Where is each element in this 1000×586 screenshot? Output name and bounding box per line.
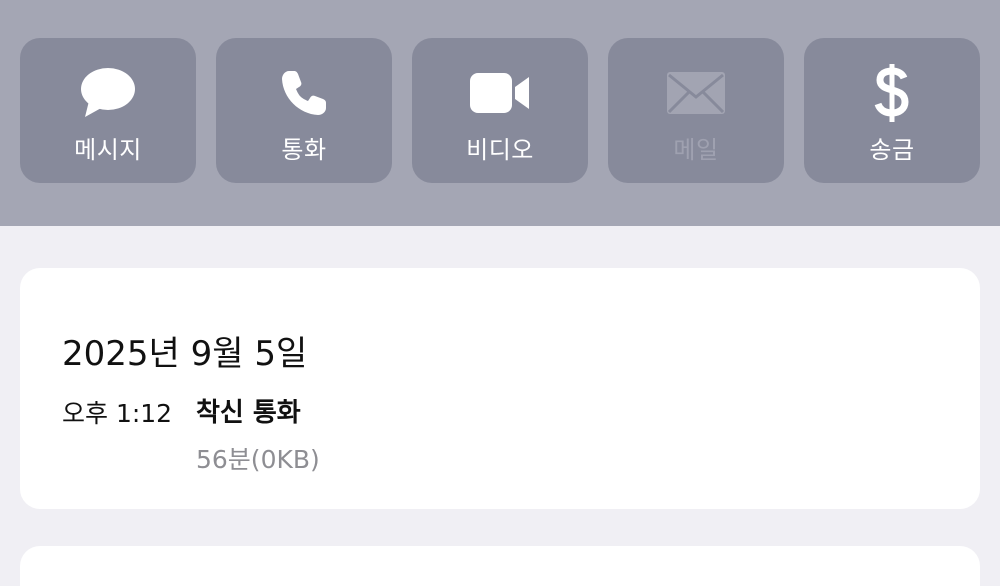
mail-envelope-icon	[661, 66, 731, 120]
call-time: 오후 1:12	[62, 399, 173, 428]
video-button[interactable]: 비디오	[412, 38, 588, 183]
phone-icon	[269, 66, 339, 120]
mail-button[interactable]: 메일	[608, 38, 784, 183]
video-camera-icon	[465, 66, 535, 120]
call-button[interactable]: 통화	[216, 38, 392, 183]
video-button-label: 비디오	[466, 136, 534, 164]
call-date: 2025년 9월 5일	[62, 334, 308, 374]
contact-action-row: 메시지 통화 비디오 메일 송금	[20, 38, 980, 183]
call-duration: 56분(0KB)	[196, 445, 320, 474]
call-button-label: 통화	[281, 136, 327, 164]
call-type: 착신 통화	[196, 398, 301, 428]
message-button[interactable]: 메시지	[20, 38, 196, 183]
send-money-button[interactable]: 송금	[804, 38, 980, 183]
mail-button-label: 메일	[673, 136, 719, 164]
dollar-icon	[857, 64, 927, 122]
send-money-button-label: 송금	[869, 136, 915, 164]
contact-header: 메시지 통화 비디오 메일 송금	[0, 0, 1000, 226]
call-history-card: 2025년 9월 5일 오후 1:12 착신 통화 56분(0KB)	[20, 268, 980, 509]
message-bubble-icon	[73, 66, 143, 120]
message-button-label: 메시지	[74, 136, 142, 164]
next-section-card	[20, 546, 980, 586]
